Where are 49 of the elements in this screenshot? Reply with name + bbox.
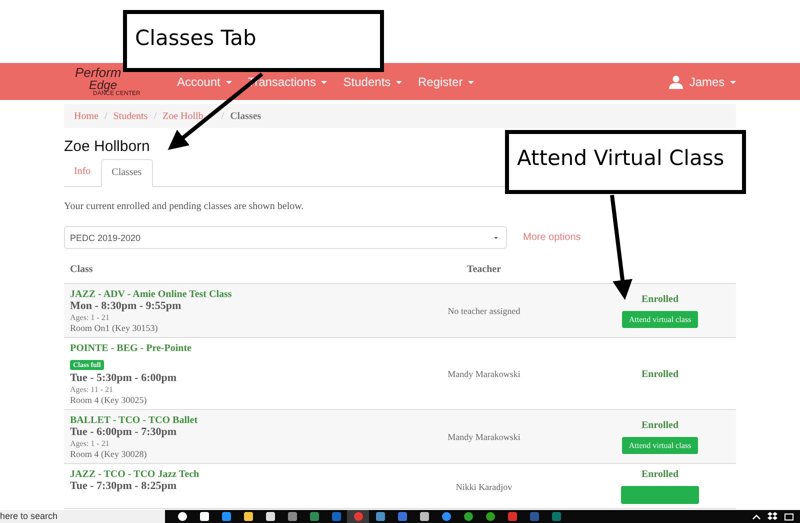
class-time: Mon - 8:30pm - 9:55pm (70, 300, 182, 312)
class-time: Tue - 6:00pm - 7:30pm (70, 426, 178, 438)
dropbox-icon[interactable] (767, 512, 778, 522)
breadcrumb-link[interactable]: Students (113, 110, 148, 122)
intro-text: Your current enrolled and pending classes are shown below. (64, 201, 305, 212)
class-ages: Ages: 11 - 21 (70, 385, 114, 394)
tab[interactable]: Classes (100, 159, 153, 187)
tab[interactable]: Info (64, 159, 101, 187)
class-room: Room 4 (Key 30025) (70, 395, 148, 405)
breadcrumb-link[interactable]: Home (74, 110, 98, 122)
class-name[interactable]: JAZZ - TCO - TCO Jazz Tech (70, 469, 384, 480)
teacher-name: Nikki Karadjov (456, 482, 512, 492)
class-room: Room On1 (Key 30153) (70, 323, 159, 333)
callout-box: Attend Virtual Class (505, 130, 746, 194)
nav-menu[interactable]: Register (418, 74, 474, 88)
class-name[interactable]: BALLET - TCO - TCO Ballet (70, 415, 384, 426)
class-name[interactable]: POINTE - BEG - Pre-Pointe (70, 343, 384, 354)
search-field[interactable]: here to search (0, 510, 165, 523)
user-menu[interactable]: James (689, 74, 736, 88)
breadcrumb-link[interactable]: Zoe Hollb (162, 110, 204, 122)
nav-menu[interactable]: Students (343, 74, 402, 88)
class-room: Room 4 (Key 30028) (70, 449, 148, 459)
class-ages: Ages: 1 - 21 (70, 439, 110, 448)
class-time: Tue - 7:30pm - 8:25pm (70, 480, 178, 492)
status-text: Enrolled (641, 469, 679, 480)
column-header: Class (69, 264, 94, 274)
separator: / (104, 110, 108, 122)
attend-button[interactable]: Attend virtual class (622, 311, 698, 328)
class-name[interactable]: JAZZ - ADV - Amie Online Test Class (70, 289, 384, 300)
student-name: Zoe Hollborn (64, 138, 151, 155)
current-page-label: Classes (230, 110, 262, 122)
column-header: Teacher (466, 264, 502, 274)
teacher-name: Mandy Marakowski (448, 432, 520, 442)
attend-button[interactable]: Attend virtual class (622, 437, 698, 454)
status-text: Enrolled (641, 420, 679, 431)
season-select[interactable]: PEDC 2019-2020 (64, 226, 507, 249)
separator: / (154, 110, 156, 122)
status-text: Enrolled (641, 368, 679, 380)
class-time: Tue - 5:30pm - 6:00pm (70, 372, 178, 384)
callout-box: Classes Tab (123, 10, 384, 72)
teacher-name: No teacher assigned (448, 306, 520, 316)
separator: / (221, 110, 224, 122)
teacher-name: Mandy Marakowski (448, 369, 520, 379)
user-icon (669, 74, 684, 88)
class-ages: Ages: 1 - 21 (70, 313, 110, 322)
chevron-icon[interactable] (752, 514, 761, 520)
nav-menu[interactable]: Account (177, 74, 232, 88)
status-text: Enrolled (641, 294, 679, 305)
more-options-link[interactable]: More options (523, 232, 581, 243)
